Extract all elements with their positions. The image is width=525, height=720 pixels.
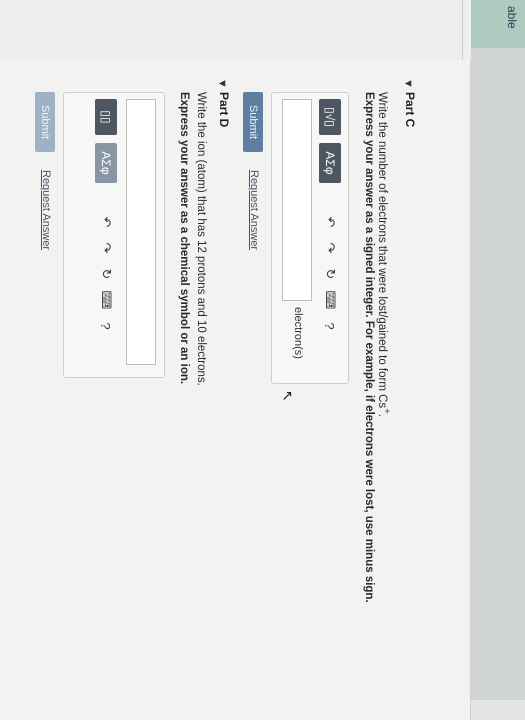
- part-c-instruction: Express your answer as a signed integer.…: [363, 92, 375, 603]
- part-c-question-end: .: [376, 413, 389, 417]
- sidebar-tab[interactable]: able: [471, 0, 525, 48]
- part-d-instruction-text: Express your answer as a chemical symbol…: [178, 92, 190, 385]
- part-d-question: Write the ion (atom) that has 12 protons…: [195, 92, 207, 386]
- template-icon: ▯√▯: [323, 107, 337, 127]
- part-d-answer-input[interactable]: [126, 99, 156, 365]
- rotated-page: able ▼ Part C Write the number of electr…: [0, 0, 525, 720]
- part-c-instruction-text: Express your answer as a signed integer.…: [363, 92, 375, 603]
- greek-button[interactable]: ΑΣφ: [319, 143, 341, 183]
- part-d-answer-panel: ▯▯ ΑΣφ ↶ ↷ ↻ ⌨ ?: [63, 92, 165, 378]
- help-icon[interactable]: ?: [97, 317, 115, 335]
- part-d-submit-button[interactable]: Submit: [35, 92, 55, 152]
- part-c-answer-input[interactable]: [282, 99, 312, 301]
- help-icon[interactable]: ?: [321, 317, 339, 335]
- redo-icon[interactable]: ↷: [321, 239, 339, 257]
- template-button[interactable]: ▯√▯: [319, 99, 341, 135]
- template-button[interactable]: ▯▯: [95, 99, 117, 135]
- part-c-unit: electron(s): [292, 307, 304, 359]
- left-sidebar: able: [471, 0, 525, 700]
- sidebar-tab-label: able: [505, 6, 519, 29]
- part-c-answer-panel: ▯√▯ ΑΣφ ↶ ↷ ↻ ⌨ ? electron(s): [271, 92, 349, 384]
- keyboard-icon[interactable]: ⌨: [97, 291, 115, 310]
- part-d-request-answer-link[interactable]: Request Answer: [40, 170, 52, 250]
- part-d-instruction: Express your answer as a chemical symbol…: [178, 92, 190, 384]
- part-c-question-text: Write the number of electrons that were …: [376, 92, 389, 409]
- reset-icon[interactable]: ↻: [321, 265, 339, 283]
- part-d-toolbar: ▯▯ ΑΣφ ↶ ↷ ↻ ⌨ ?: [94, 99, 118, 335]
- part-c-toolbar: ▯√▯ ΑΣφ ↶ ↷ ↻ ⌨ ?: [318, 99, 342, 335]
- undo-icon[interactable]: ↶: [321, 213, 339, 231]
- redo-icon[interactable]: ↷: [97, 239, 115, 257]
- greek-icon: ΑΣφ: [323, 151, 337, 175]
- keyboard-icon[interactable]: ⌨: [321, 291, 339, 310]
- mouse-cursor-icon: ↖: [280, 390, 296, 402]
- greek-button[interactable]: ΑΣφ: [95, 143, 117, 183]
- part-d-title: Part D: [217, 92, 231, 128]
- part-c-collapse-icon[interactable]: ▼: [402, 78, 414, 89]
- reset-icon[interactable]: ↻: [97, 265, 115, 283]
- part-d-collapse-icon[interactable]: ▼: [216, 78, 228, 89]
- greek-icon: ΑΣφ: [99, 151, 113, 175]
- undo-icon[interactable]: ↶: [97, 213, 115, 231]
- part-c-question: Write the number of electrons that were …: [376, 92, 392, 417]
- part-c-title: Part C: [403, 92, 417, 128]
- part-c-submit-button[interactable]: Submit: [243, 92, 263, 152]
- part-c-request-answer-link[interactable]: Request Answer: [248, 170, 260, 250]
- template-icon: ▯▯: [99, 110, 113, 124]
